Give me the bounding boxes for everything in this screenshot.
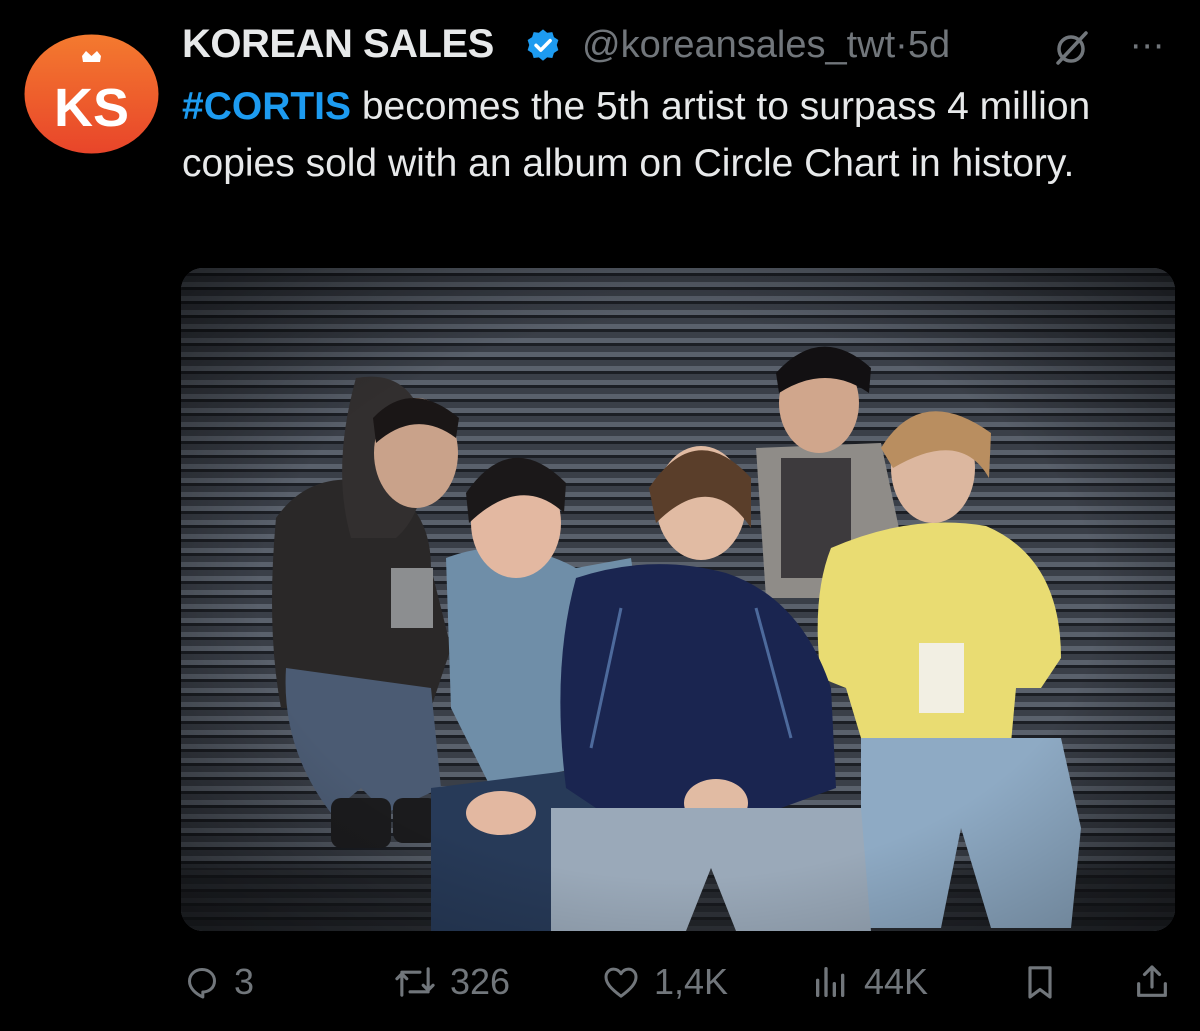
tweet-text: #CORTIS becomes the 5th artist to surpas… [182, 78, 1172, 192]
share-button[interactable] [1132, 955, 1172, 1009]
author-name[interactable]: KOREAN SALES [182, 22, 494, 67]
group-photo-image [181, 268, 1175, 931]
bookmark-icon [1028, 966, 1052, 999]
more-icon[interactable]: ⋯ [1130, 26, 1166, 66]
author-avatar[interactable]: KS [24, 34, 159, 154]
hashtag-link[interactable]: #CORTIS [182, 85, 351, 128]
tweet-time[interactable]: 5d [908, 24, 950, 66]
like-count: 1,4K [654, 961, 729, 1002]
grok-icon[interactable] [1052, 28, 1092, 68]
bookmark-button[interactable] [1020, 955, 1060, 1009]
author-handle: @koreansales_twt [582, 24, 896, 66]
reply-count: 3 [234, 961, 255, 1002]
avatar-logo-icon: KS [24, 34, 159, 154]
like-icon [604, 967, 638, 998]
repost-count: 326 [450, 961, 511, 1002]
verified-badge-icon [527, 29, 559, 61]
repost-button[interactable]: 326 [392, 955, 510, 1009]
tweet-header: KOREAN SALES @koreansales_twt·5d ⋯ [182, 14, 1182, 74]
views-button[interactable]: 44K [810, 955, 928, 1009]
time-separator: · [895, 24, 908, 66]
views-icon [816, 967, 845, 997]
views-count: 44K [864, 961, 929, 1002]
reply-icon [188, 968, 216, 999]
svg-text:KS: KS [54, 78, 129, 138]
like-button[interactable]: 1,4K [600, 955, 728, 1009]
repost-icon [395, 967, 435, 997]
tweet-photo[interactable] [181, 268, 1175, 931]
reply-button[interactable]: 3 [182, 955, 254, 1009]
author-handle-and-time[interactable]: @koreansales_twt·5d [582, 24, 950, 67]
share-icon [1137, 965, 1167, 997]
tweet-actions: 3 326 1,4K 44K [182, 955, 1182, 1015]
